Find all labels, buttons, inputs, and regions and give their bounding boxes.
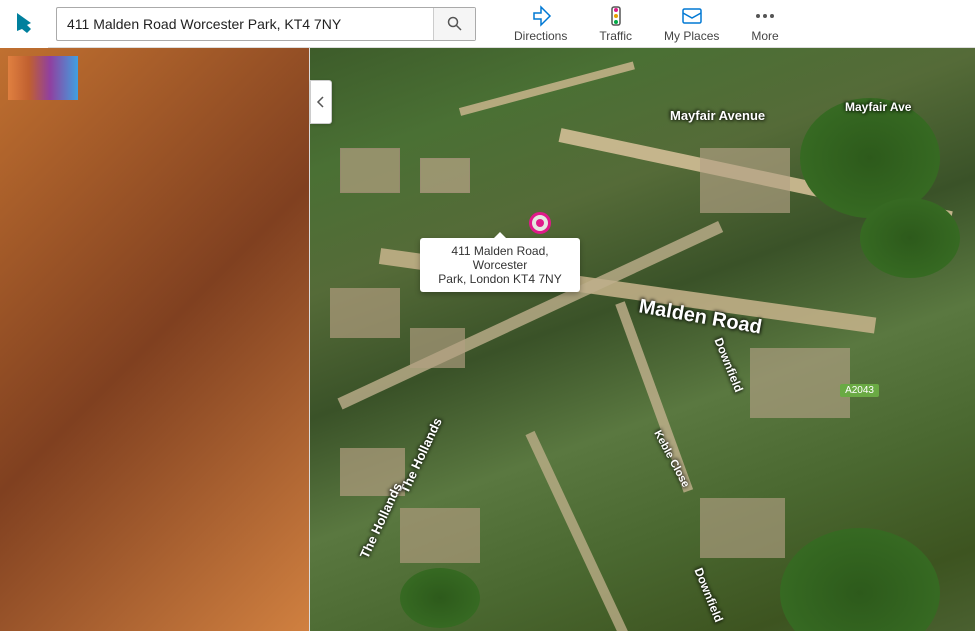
search-button[interactable] [433, 8, 475, 40]
map-tooltip: 411 Malden Road, Worcester Park, London … [420, 238, 580, 292]
road-label-mayfair2: Mayfair Ave [845, 100, 911, 114]
found-at-address-section: Found at this address Plough Green Pre-S… [0, 326, 309, 474]
trees-4 [400, 568, 480, 628]
building-3 [330, 288, 400, 338]
tooltip-line1: 411 Malden Road, Worcester [430, 244, 570, 272]
side-panel: 411 Malden Road, Worcester Park, L... ··… [0, 48, 310, 631]
road-label-mayfair: Mayfair Avenue [670, 108, 765, 123]
building-8 [750, 348, 850, 418]
found-items-list: Plough Green Pre-School Worcester Park..… [12, 359, 297, 466]
nav-items: Directions Traffic My Places More [500, 1, 793, 47]
collapse-panel-button[interactable] [310, 80, 332, 124]
search-bar [56, 7, 476, 41]
building-9 [700, 498, 785, 558]
building-7 [700, 148, 790, 213]
location-marker [529, 212, 551, 234]
tooltip-line2: Park, London KT4 7NY [430, 272, 570, 286]
trees-2 [860, 198, 960, 278]
nav-directions-label: Directions [514, 29, 567, 43]
nav-directions[interactable]: Directions [500, 1, 581, 47]
nav-myplaces[interactable]: My Places [650, 1, 733, 47]
nav-more-label: More [751, 29, 778, 43]
found-item-0[interactable]: Plough Green Pre-School Worcester Park..… [12, 359, 98, 466]
building-6 [400, 508, 480, 563]
road-badge-a2043: A2043 [840, 384, 879, 397]
nav-myplaces-label: My Places [664, 29, 719, 43]
bing-logo[interactable] [0, 0, 48, 48]
nav-traffic[interactable]: Traffic [585, 1, 646, 47]
search-input[interactable] [57, 16, 433, 32]
nav-traffic-label: Traffic [599, 29, 632, 43]
found-item-0-image [12, 359, 98, 419]
building-4 [410, 328, 465, 368]
building-1 [340, 148, 400, 193]
building-2 [420, 158, 470, 193]
nav-more[interactable]: More [737, 1, 792, 47]
topbar: Directions Traffic My Places More [0, 0, 975, 48]
